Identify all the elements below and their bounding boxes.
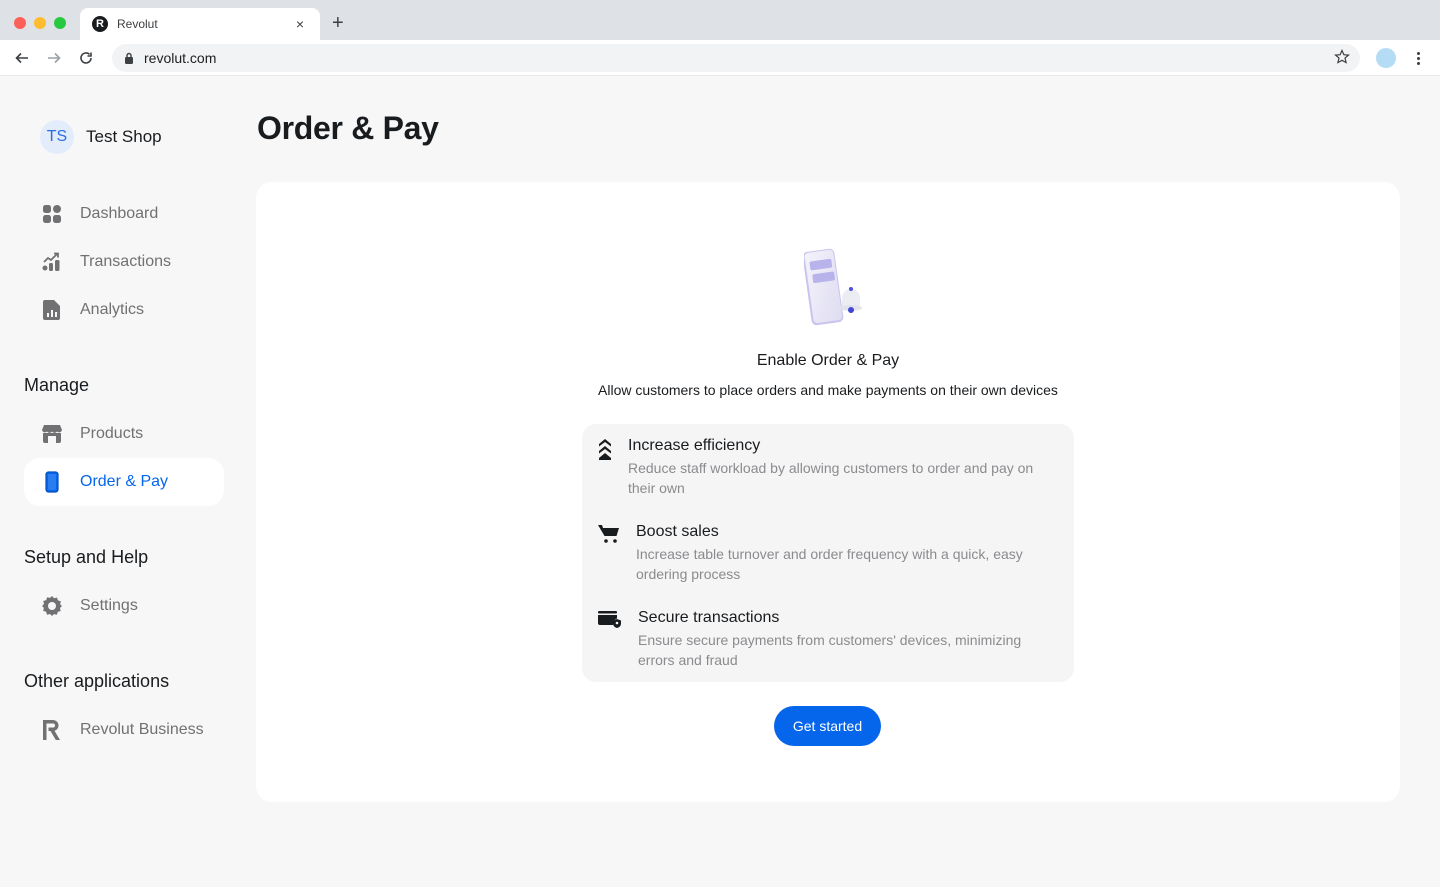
revolut-logo-icon: [40, 718, 64, 742]
address-bar[interactable]: revolut.com: [112, 44, 1360, 72]
lock-icon: [125, 52, 133, 64]
sidebar-item-label: Revolut Business: [80, 721, 204, 738]
browser-toolbar: revolut.com: [0, 40, 1440, 76]
phone-notification-illustration: [802, 248, 862, 328]
onboarding-card: Enable Order & Pay Allow customers to pl…: [256, 182, 1400, 802]
revolut-favicon-icon: R: [92, 16, 108, 32]
card-subline: Allow customers to place orders and make…: [598, 382, 1058, 398]
section-title-other-applications: Other applications: [24, 671, 170, 691]
feature-description: Reduce staff workload by allowing custom…: [628, 460, 1034, 496]
sidebar-item-label: Transactions: [80, 253, 171, 270]
sidebar-item-label: Analytics: [80, 301, 145, 318]
gear-icon: [40, 594, 64, 618]
url-text: revolut.com: [144, 50, 217, 66]
sidebar-item-label: Settings: [80, 597, 138, 614]
profile-avatar[interactable]: [1376, 48, 1396, 68]
sidebar-item-label: Order & Pay: [80, 473, 169, 490]
forward-button[interactable]: [44, 48, 64, 68]
window-maximize-button[interactable]: [54, 17, 66, 29]
sidebar-item-transactions[interactable]: Transactions: [24, 238, 224, 286]
feature-item: Increase efficiency Reduce staff workloa…: [598, 436, 1048, 498]
feature-item: Secure transactions Ensure secure paymen…: [598, 608, 1048, 670]
arrow-right-icon: [48, 52, 61, 64]
sidebar-item-products[interactable]: Products: [24, 410, 224, 458]
reload-icon: [80, 52, 92, 64]
window-close-button[interactable]: [14, 17, 26, 29]
cart-icon: [598, 522, 620, 546]
shop-name: Test Shop: [86, 127, 162, 146]
tab-title: Revolut: [117, 17, 158, 31]
feature-title: Secure transactions: [638, 609, 780, 626]
feature-title: Increase efficiency: [628, 437, 761, 454]
sidebar-item-label: Products: [80, 425, 144, 442]
sidebar: TS Test Shop Dashboard Transactions Anal…: [0, 77, 240, 887]
feature-description: Increase table turnover and order freque…: [636, 546, 1023, 582]
feature-list: Increase efficiency Reduce staff workloa…: [582, 424, 1074, 682]
browser-menu-icon[interactable]: [1410, 48, 1426, 68]
bookmark-star-icon[interactable]: [1334, 49, 1350, 70]
feature-title: Boost sales: [636, 523, 719, 540]
sidebar-item-settings[interactable]: Settings: [24, 582, 224, 630]
back-button[interactable]: [12, 48, 32, 68]
browser-tab-bar: R Revolut × +: [0, 0, 1440, 40]
section-title-setup-and-help: Setup and Help: [24, 547, 149, 567]
sidebar-item-analytics[interactable]: Analytics: [24, 286, 224, 334]
close-tab-icon[interactable]: ×: [292, 16, 308, 32]
card-headline: Enable Order & Pay: [756, 352, 900, 369]
sidebar-item-label: Dashboard: [80, 205, 159, 222]
analytics-icon: [40, 298, 64, 322]
arrow-left-icon: [15, 52, 28, 64]
transactions-icon: [40, 250, 64, 274]
card-shield-icon: [598, 608, 622, 632]
shop-avatar: TS: [40, 120, 74, 154]
section-title-manage: Manage: [24, 375, 90, 395]
page-title: Order & Pay: [257, 110, 439, 146]
feature-description: Ensure secure payments from customers' d…: [638, 632, 1022, 668]
sidebar-item-order-and-pay[interactable]: Order & Pay: [24, 458, 224, 506]
phone-icon: [40, 470, 64, 494]
window-minimize-button[interactable]: [34, 17, 46, 29]
sidebar-item-dashboard[interactable]: Dashboard: [24, 190, 224, 238]
feature-item: Boost sales Increase table turnover and …: [598, 522, 1048, 584]
new-tab-button[interactable]: +: [332, 12, 344, 34]
dashboard-icon: [40, 202, 64, 226]
browser-tab[interactable]: R Revolut ×: [80, 8, 320, 40]
reload-button[interactable]: [76, 48, 96, 68]
store-icon: [40, 422, 64, 446]
chevrons-up-icon: [598, 436, 612, 460]
shop-switcher[interactable]: TS Test Shop: [40, 120, 162, 154]
sidebar-item-revolut-business[interactable]: Revolut Business: [24, 706, 224, 754]
get-started-button[interactable]: Get started: [774, 706, 881, 746]
